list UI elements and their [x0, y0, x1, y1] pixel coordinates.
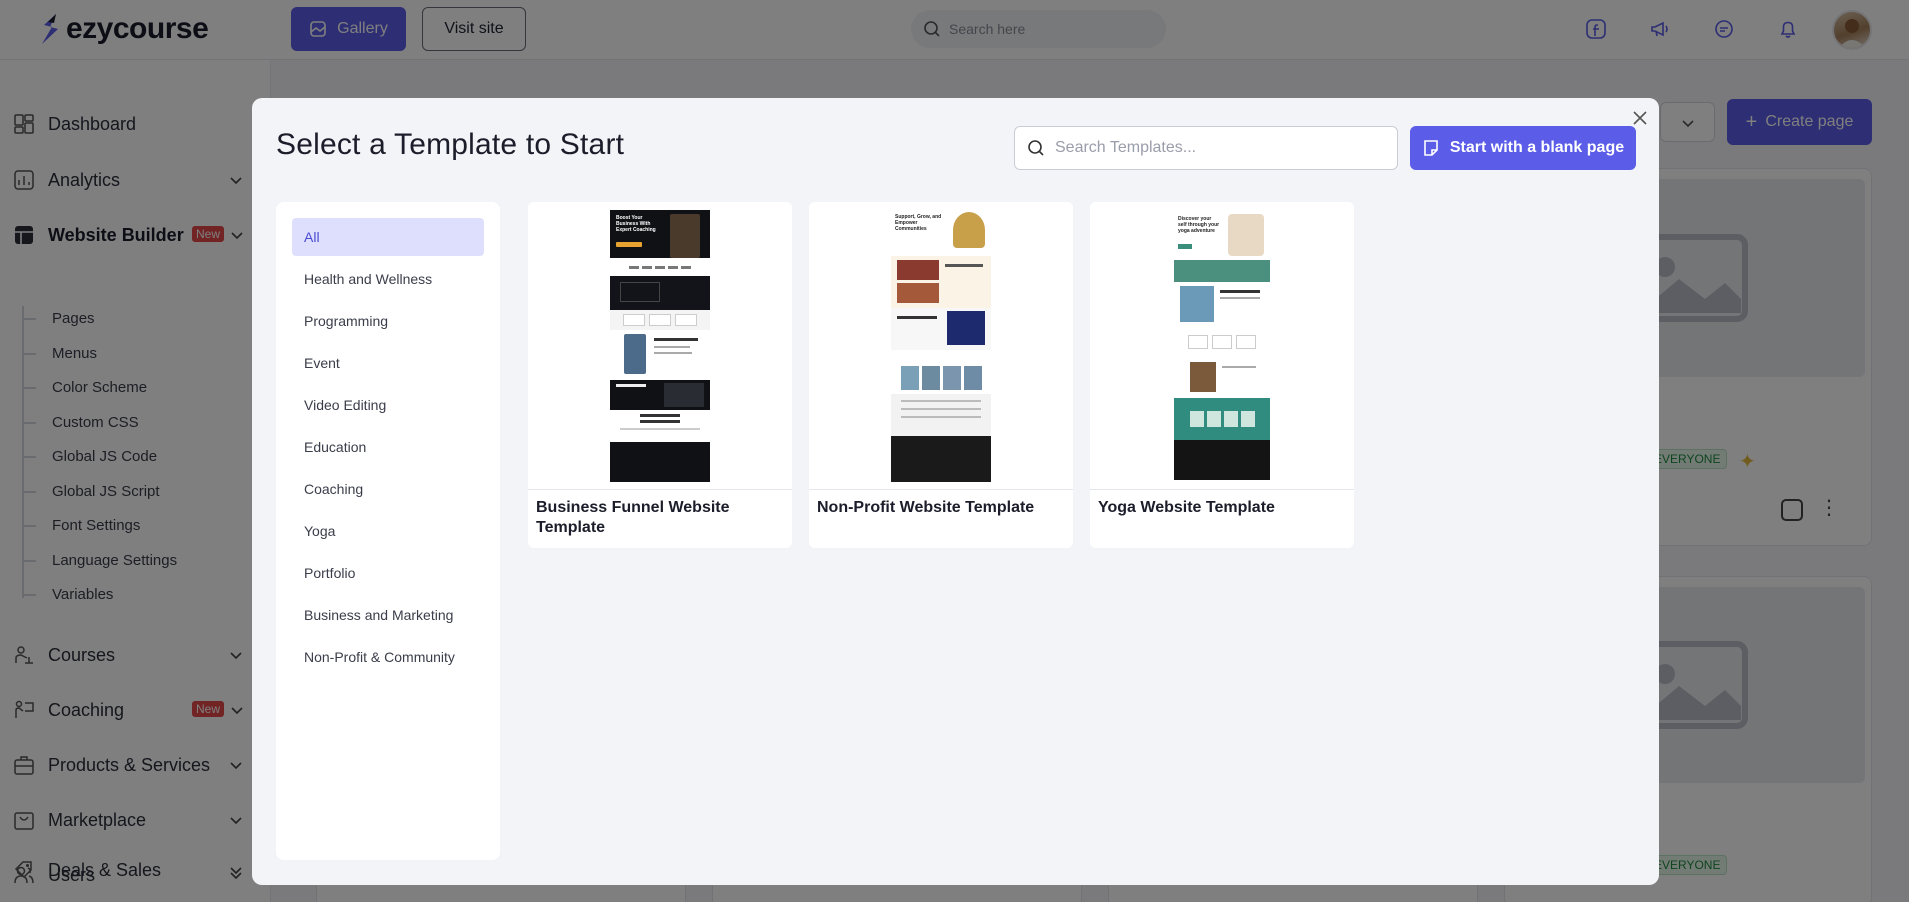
template-thumbnail: Boost Your Business With Expert Coaching — [610, 210, 710, 482]
template-preview: Boost Your Business With Expert Coaching — [528, 202, 792, 490]
category-programming[interactable]: Programming — [292, 302, 484, 340]
template-thumbnail: Discover your self through your yoga adv… — [1174, 210, 1270, 482]
template-picker-modal: Select a Template to Start Start with a … — [252, 98, 1659, 885]
category-coaching[interactable]: Coaching — [292, 470, 484, 508]
category-health-wellness[interactable]: Health and Wellness — [292, 260, 484, 298]
template-card-non-profit[interactable]: Support, Grow, and Empower Communities N… — [809, 202, 1073, 548]
blank-page-label: Start with a blank page — [1449, 139, 1625, 156]
blank-page-icon — [1424, 140, 1438, 156]
template-preview: Support, Grow, and Empower Communities — [809, 202, 1073, 490]
category-yoga[interactable]: Yoga — [292, 512, 484, 550]
category-list: All Health and Wellness Programming Even… — [276, 202, 500, 860]
thumbnail-hero-text: Support, Grow, and Empower Communities — [895, 214, 942, 232]
template-name: Business Funnel Website Template — [536, 499, 730, 536]
category-all[interactable]: All — [292, 218, 484, 256]
template-preview: Discover your self through your yoga adv… — [1090, 202, 1354, 490]
category-business-marketing[interactable]: Business and Marketing — [292, 596, 484, 634]
category-video-editing[interactable]: Video Editing — [292, 386, 484, 424]
category-event[interactable]: Event — [292, 344, 484, 382]
category-non-profit-community[interactable]: Non-Profit & Community — [292, 638, 484, 676]
category-education[interactable]: Education — [292, 428, 484, 466]
template-thumbnail: Support, Grow, and Empower Communities — [891, 210, 991, 482]
template-name: Non-Profit Website Template — [817, 499, 1035, 516]
modal-title: Select a Template to Start — [276, 128, 625, 161]
template-search[interactable] — [1014, 126, 1398, 170]
thumbnail-hero-text: Discover your self through your yoga adv… — [1178, 216, 1220, 234]
template-search-input[interactable] — [1055, 139, 1375, 157]
search-icon — [1028, 140, 1044, 156]
template-card-business-funnel[interactable]: Boost Your Business With Expert Coaching… — [528, 202, 792, 548]
template-card-yoga[interactable]: Discover your self through your yoga adv… — [1090, 202, 1354, 548]
category-portfolio[interactable]: Portfolio — [292, 554, 484, 592]
thumbnail-hero-text: Boost Your Business With Expert Coaching — [616, 215, 656, 233]
start-blank-page-button[interactable]: Start with a blank page — [1410, 126, 1636, 170]
template-name: Yoga Website Template — [1098, 499, 1275, 516]
close-icon[interactable] — [1630, 108, 1650, 128]
